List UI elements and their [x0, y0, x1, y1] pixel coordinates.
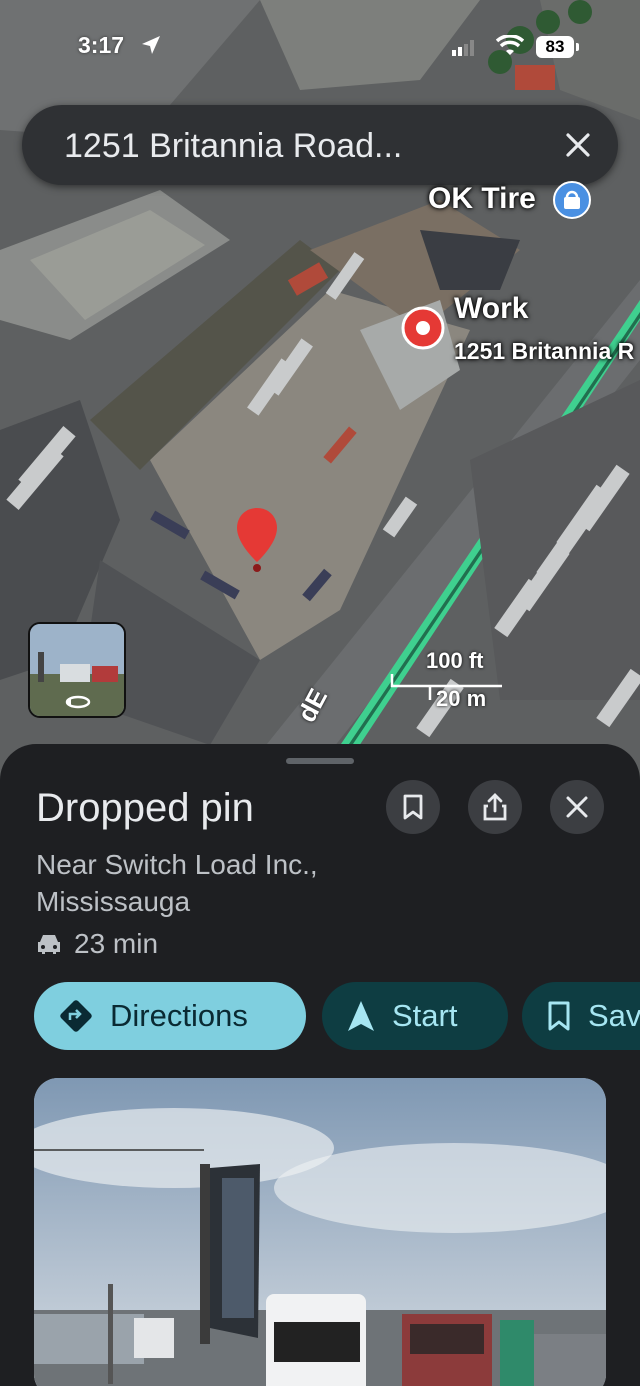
signal-icon	[452, 40, 474, 56]
place-photo[interactable]	[34, 1078, 606, 1386]
business-label[interactable]: OK Tire	[428, 182, 536, 216]
street-view-thumbnail[interactable]	[28, 622, 126, 718]
directions-label: Directions	[110, 998, 248, 1033]
street-view-rotate-icon	[65, 695, 91, 709]
car-icon	[38, 935, 60, 954]
saved-place-address: 1251 Britannia R	[454, 338, 635, 364]
share-icon	[483, 793, 507, 821]
navigation-arrow-icon	[348, 1001, 374, 1031]
travel-time-text: 23 min	[74, 928, 159, 959]
status-bar: 3:17 83	[0, 0, 640, 90]
close-icon	[566, 796, 588, 818]
place-details-sheet: Dropped pin Near Switch Load Inc., Missi…	[0, 744, 640, 1386]
share-button[interactable]	[468, 780, 522, 834]
shopping-bag-icon[interactable]	[552, 180, 592, 220]
save-label: Sav	[588, 998, 640, 1033]
search-bar[interactable]: 1251 Britannia Road...	[22, 105, 618, 185]
search-query[interactable]: 1251 Britannia Road...	[64, 127, 402, 166]
save-icon-button[interactable]	[386, 780, 440, 834]
battery-indicator: 83	[536, 36, 579, 58]
place-title: Dropped pin	[36, 786, 254, 830]
start-button[interactable]: Start	[322, 982, 508, 1050]
save-button[interactable]: Sav	[522, 982, 640, 1050]
status-time: 3:17	[78, 32, 125, 58]
place-subtitle: Near Switch Load Inc., Mississauga	[36, 849, 318, 917]
action-chips: Directions Start Sav	[34, 982, 640, 1052]
wifi-icon	[496, 35, 524, 55]
saved-place-label[interactable]: Work	[454, 292, 528, 326]
work-pin-icon[interactable]	[400, 306, 446, 354]
bookmark-icon	[548, 1001, 570, 1031]
close-icon[interactable]	[562, 129, 594, 161]
travel-time[interactable]: 23 min	[36, 928, 158, 960]
close-sheet-button[interactable]	[550, 780, 604, 834]
directions-icon	[60, 1000, 92, 1032]
directions-button[interactable]: Directions	[34, 982, 306, 1050]
scale-metric: 20 m	[436, 686, 487, 711]
start-label: Start	[392, 998, 458, 1033]
map-scale: 100 ft 20 m	[390, 648, 510, 711]
dropped-pin-icon[interactable]	[234, 506, 280, 574]
bookmark-icon	[403, 794, 423, 820]
drag-handle[interactable]	[286, 758, 354, 764]
map-view[interactable]: 3:17 83 1251 Britannia Road... OK Tire W…	[0, 0, 640, 790]
location-arrow-icon	[142, 36, 160, 54]
